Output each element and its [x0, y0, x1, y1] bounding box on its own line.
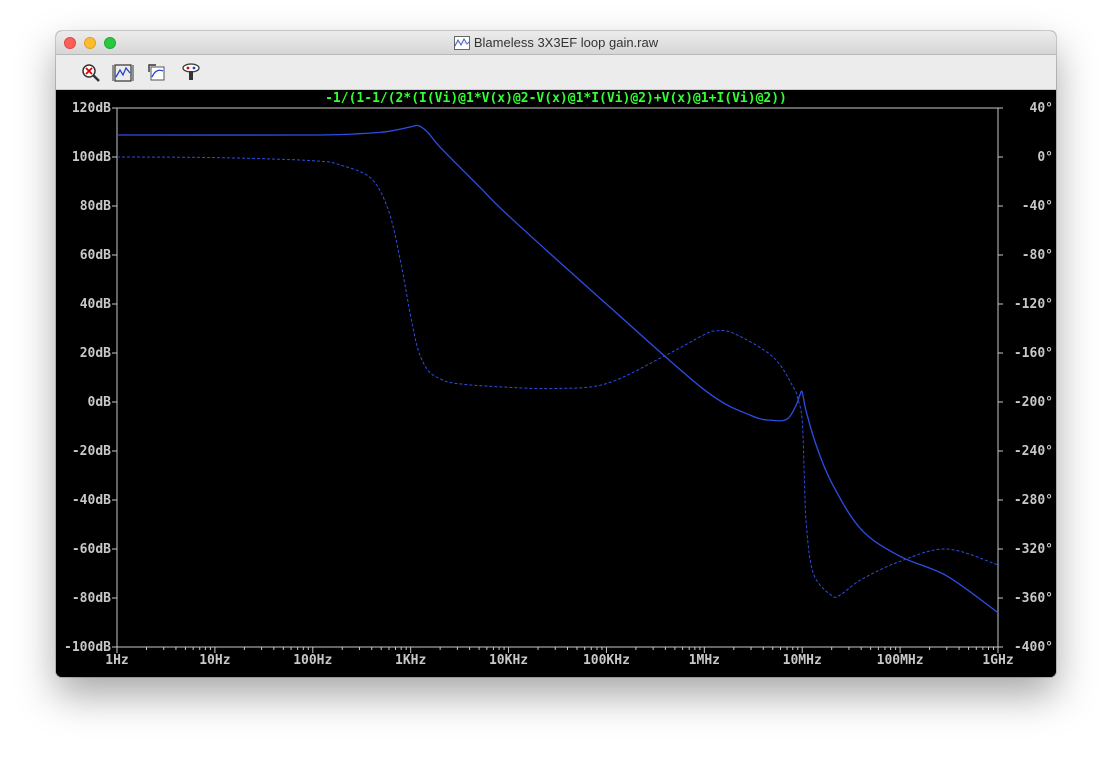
left-axis-tick-label: 100dB: [72, 150, 111, 165]
x-axis-tick-label: 10Hz: [199, 653, 230, 668]
title-bar: Blameless 3X3EF loop gain.raw: [56, 31, 1056, 55]
right-axis-tick-label: -360°: [1014, 591, 1053, 606]
right-axis-tick-label: 0°: [1037, 150, 1053, 165]
x-axis-tick-label: 100MHz: [877, 653, 924, 668]
x-axis-tick-label: 1Hz: [105, 653, 128, 668]
fit-icon[interactable]: [146, 62, 168, 84]
plot-pane[interactable]: -1/(1-1/(2*(I(Vi)@1*V(x)@2-V(x)@1*I(Vi)@…: [56, 90, 1056, 677]
toolbar: [56, 55, 1056, 90]
probe-icon[interactable]: [180, 62, 202, 84]
right-axis-tick-label: -80°: [1022, 248, 1053, 263]
x-axis-tick-label: 1MHz: [689, 653, 720, 668]
right-axis-tick-label: -120°: [1014, 297, 1053, 312]
magnitude-trace[interactable]: [116, 124, 999, 614]
right-axis-tick-label: -160°: [1014, 346, 1053, 361]
phase-trace[interactable]: [116, 156, 999, 598]
left-axis-tick-label: -20dB: [72, 444, 111, 459]
zoom-cancel-icon[interactable]: [80, 62, 102, 84]
x-axis-tick-label: 100Hz: [293, 653, 332, 668]
x-axis-tick-label: 10KHz: [489, 653, 528, 668]
x-axis-tick-label: 10MHz: [783, 653, 822, 668]
left-axis-tick-label: 40dB: [80, 297, 111, 312]
left-axis-tick-label: 20dB: [80, 346, 111, 361]
right-axis-tick-label: -400°: [1014, 640, 1053, 655]
left-axis-tick-label: 80dB: [80, 199, 111, 214]
left-axis-tick-label: 60dB: [80, 248, 111, 263]
left-axis-tick-label: -60dB: [72, 542, 111, 557]
window-title: Blameless 3X3EF loop gain.raw: [473, 35, 659, 50]
window-title-area: Blameless 3X3EF loop gain.raw: [56, 31, 1056, 54]
right-axis-tick-label: -280°: [1014, 493, 1053, 508]
right-axis-tick-label: -40°: [1022, 199, 1053, 214]
bode-plot[interactable]: 120dB100dB80dB60dB40dB20dB0dB-20dB-40dB-…: [56, 90, 1056, 677]
left-axis-tick-label: -100dB: [64, 640, 111, 655]
right-axis-tick-label: 40°: [1030, 101, 1053, 116]
plot-frame: [116, 107, 999, 648]
left-axis-tick-label: 0dB: [88, 395, 112, 410]
right-axis-tick-label: -320°: [1014, 542, 1053, 557]
right-axis-tick-label: -200°: [1014, 395, 1053, 410]
autorange-icon[interactable]: [112, 62, 134, 84]
left-axis-tick-label: 120dB: [72, 101, 111, 116]
waveform-viewer-window: Blameless 3X3EF loop gain.raw -1/(1-1/(2…: [56, 31, 1056, 677]
waveform-document-icon: [453, 35, 470, 50]
x-axis-tick-label: 1GHz: [982, 653, 1013, 668]
right-axis-tick-label: -240°: [1014, 444, 1053, 459]
left-axis-tick-label: -40dB: [72, 493, 111, 508]
left-axis-tick-label: -80dB: [72, 591, 111, 606]
x-axis-tick-label: 100KHz: [583, 653, 630, 668]
x-axis-tick-label: 1KHz: [395, 653, 426, 668]
